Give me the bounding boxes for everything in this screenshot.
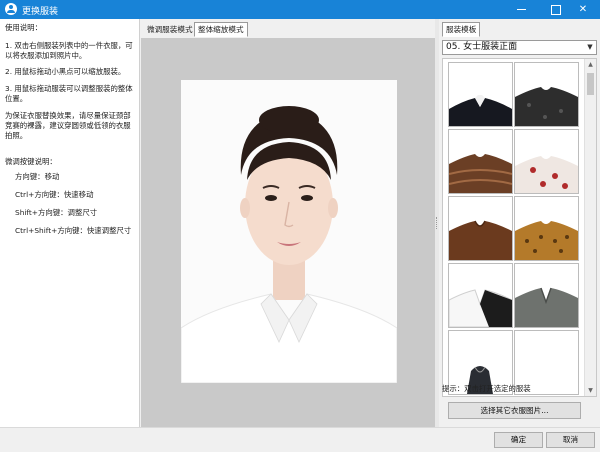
cancel-button[interactable]: 取消 bbox=[546, 432, 595, 448]
instructions-heading: 使用说明： bbox=[5, 23, 42, 32]
minimize-button[interactable] bbox=[504, 0, 538, 19]
leopard-top-thumbnail bbox=[515, 197, 578, 260]
instruction-step-1: 1. 双击右侧服装列表中的一件衣服，可以将衣服添加到照片中。 bbox=[5, 41, 133, 60]
clothing-thumbnail[interactable] bbox=[448, 196, 513, 261]
dialog-footer: 确定 取消 bbox=[0, 427, 600, 452]
scroll-down-icon[interactable]: ▼ bbox=[585, 385, 596, 396]
choose-other-clothing-button[interactable]: 选择其它衣服图片... bbox=[448, 402, 581, 419]
instructions-panel: 使用说明： 1. 双击右侧服装列表中的一件衣服，可以将衣服添加到照片中。 2. … bbox=[0, 19, 140, 427]
clothing-list-scrollbar[interactable]: ▲ ▼ bbox=[584, 59, 596, 396]
window-title: 更换服装 bbox=[22, 7, 59, 17]
user-icon bbox=[5, 3, 17, 15]
black-pattern-top-thumbnail bbox=[515, 63, 578, 126]
clothing-thumbnail[interactable] bbox=[514, 263, 579, 328]
clothing-panel: 服装模板 05. 女士服装正面 ▼ ▲ ▼ 提示：双击打开选定的服装 选择其它衣… bbox=[439, 19, 600, 427]
title-bar: 更换服装 ✕ bbox=[0, 0, 600, 19]
brown-pattern-top-thumbnail bbox=[449, 130, 512, 193]
hint-text: 提示：双击打开选定的服装 bbox=[442, 384, 531, 393]
black-white-shirt-thumbnail bbox=[449, 63, 512, 126]
tab-fine-adjust[interactable]: 微调服装模式 bbox=[143, 22, 197, 37]
ok-button[interactable]: 确定 bbox=[494, 432, 543, 448]
category-select[interactable]: 05. 女士服装正面 ▼ bbox=[442, 40, 597, 55]
floral-top-thumbnail bbox=[515, 130, 578, 193]
scroll-thumb[interactable] bbox=[587, 73, 594, 95]
tab-clothing-templates[interactable]: 服装模板 bbox=[442, 22, 481, 37]
instruction-tip: 为保证衣服替换效果，请尽量保证颈部竞赛的裸露，建议穿圆领或低领的衣服拍照。 bbox=[5, 111, 131, 140]
gray-jacket-thumbnail bbox=[515, 264, 578, 327]
instruction-step-2: 2. 用鼠标拖动小黑点可以缩放服装。 bbox=[5, 67, 126, 76]
brown-cardigan-thumbnail bbox=[449, 197, 512, 260]
clothing-thumbnail[interactable] bbox=[514, 62, 579, 127]
chevron-down-icon: ▼ bbox=[587, 43, 593, 51]
key-hint: Ctrl+方向键：快速移动 bbox=[15, 190, 94, 199]
key-hint: 方向键：移动 bbox=[15, 172, 60, 181]
white-shirt-thumbnail bbox=[449, 264, 512, 327]
portrait-image bbox=[181, 80, 397, 383]
portrait-photo[interactable] bbox=[181, 80, 397, 383]
instruction-step-3: 3. 用鼠标拖动服装可以调整服装的整体位置。 bbox=[5, 84, 133, 103]
clothing-thumbnail[interactable] bbox=[448, 62, 513, 127]
clothing-thumbnail[interactable] bbox=[514, 129, 579, 194]
tab-whole-scale[interactable]: 整体缩放模式 bbox=[194, 22, 248, 37]
clothing-list: ▲ ▼ bbox=[442, 58, 597, 397]
clothing-thumbnail[interactable] bbox=[448, 263, 513, 328]
key-hint: Shift+方向键：调整尺寸 bbox=[15, 208, 98, 217]
scroll-up-icon[interactable]: ▲ bbox=[585, 59, 596, 70]
key-hint: Ctrl+Shift+方向键：快速调整尺寸 bbox=[15, 226, 132, 235]
clothing-thumbnail[interactable] bbox=[514, 196, 579, 261]
close-button[interactable]: ✕ bbox=[566, 0, 600, 19]
photo-editor: 微调服装模式 整体缩放模式 bbox=[141, 19, 435, 427]
clothing-thumbnail[interactable] bbox=[448, 129, 513, 194]
category-value: 05. 女士服装正面 bbox=[446, 42, 518, 52]
keys-heading: 微调按键说明： bbox=[5, 157, 57, 166]
mode-tabs: 微调服装模式 整体缩放模式 bbox=[141, 19, 435, 38]
